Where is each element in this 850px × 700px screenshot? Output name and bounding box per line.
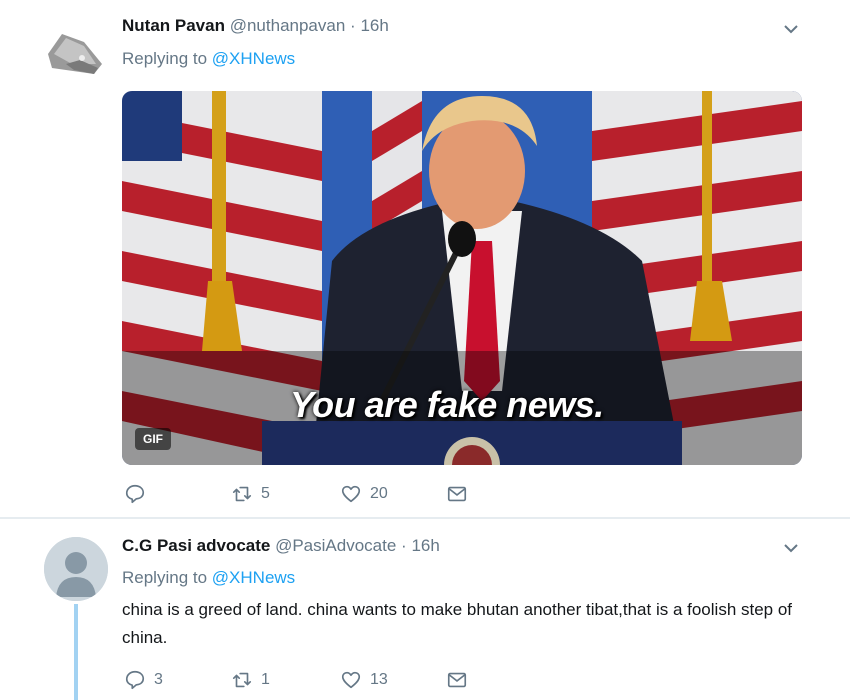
retweet-icon: [232, 486, 252, 502]
retweet-button[interactable]: 5: [231, 483, 270, 505]
mention-link[interactable]: @XHNews: [212, 568, 295, 587]
avatar[interactable]: [44, 24, 106, 82]
separator-dot: ·: [401, 536, 407, 555]
tweet[interactable]: Nutan Pavan @nuthanpavan · 16h Replying …: [0, 0, 850, 517]
chevron-down-icon[interactable]: [781, 538, 801, 558]
replying-to: Replying to @XHNews: [122, 49, 295, 69]
gif-caption: You are fake news.: [290, 384, 604, 425]
mention-link[interactable]: @XHNews: [212, 49, 295, 68]
separator-dot: ·: [350, 16, 356, 35]
reply-count: 3: [154, 671, 163, 688]
tweet-header: C.G Pasi advocate @PasiAdvocate · 16h: [122, 536, 440, 556]
replying-to-label: Replying to: [122, 49, 208, 68]
user-handle[interactable]: @PasiAdvocate: [275, 536, 396, 555]
envelope-icon: [447, 486, 467, 502]
like-button[interactable]: 20: [340, 483, 388, 505]
retweet-count: 5: [261, 485, 270, 502]
like-button[interactable]: 13: [340, 669, 388, 691]
tweet-divider: [0, 517, 850, 519]
reply-button[interactable]: 3: [124, 669, 163, 691]
tweet-header: Nutan Pavan @nuthanpavan · 16h: [122, 16, 389, 36]
user-handle[interactable]: @nuthanpavan: [230, 16, 346, 35]
avatar[interactable]: [44, 537, 108, 601]
gif-badge: GIF: [135, 428, 171, 450]
display-name[interactable]: Nutan Pavan: [122, 16, 225, 35]
default-profile-icon: [44, 537, 108, 601]
heart-icon: [341, 671, 361, 689]
retweet-button[interactable]: 1: [231, 669, 270, 691]
retweet-icon: [232, 672, 252, 688]
replying-to-label: Replying to: [122, 568, 208, 587]
reply-button[interactable]: [124, 483, 146, 505]
heart-icon: [341, 485, 361, 503]
retweet-count: 1: [261, 671, 270, 688]
direct-message-button[interactable]: [446, 483, 468, 505]
like-count: 13: [370, 671, 388, 688]
reply-icon: [125, 484, 145, 504]
replying-to: Replying to @XHNews: [122, 568, 295, 588]
display-name[interactable]: C.G Pasi advocate: [122, 536, 270, 555]
thread-line: [74, 604, 78, 700]
direct-message-button[interactable]: [446, 669, 468, 691]
timestamp[interactable]: 16h: [411, 536, 439, 555]
chevron-down-icon[interactable]: [781, 19, 801, 39]
tweet-text: china is a greed of land. china wants to…: [122, 600, 793, 647]
envelope-icon: [447, 672, 467, 688]
timestamp[interactable]: 16h: [360, 16, 388, 35]
reply-icon: [125, 670, 145, 690]
like-count: 20: [370, 485, 388, 502]
